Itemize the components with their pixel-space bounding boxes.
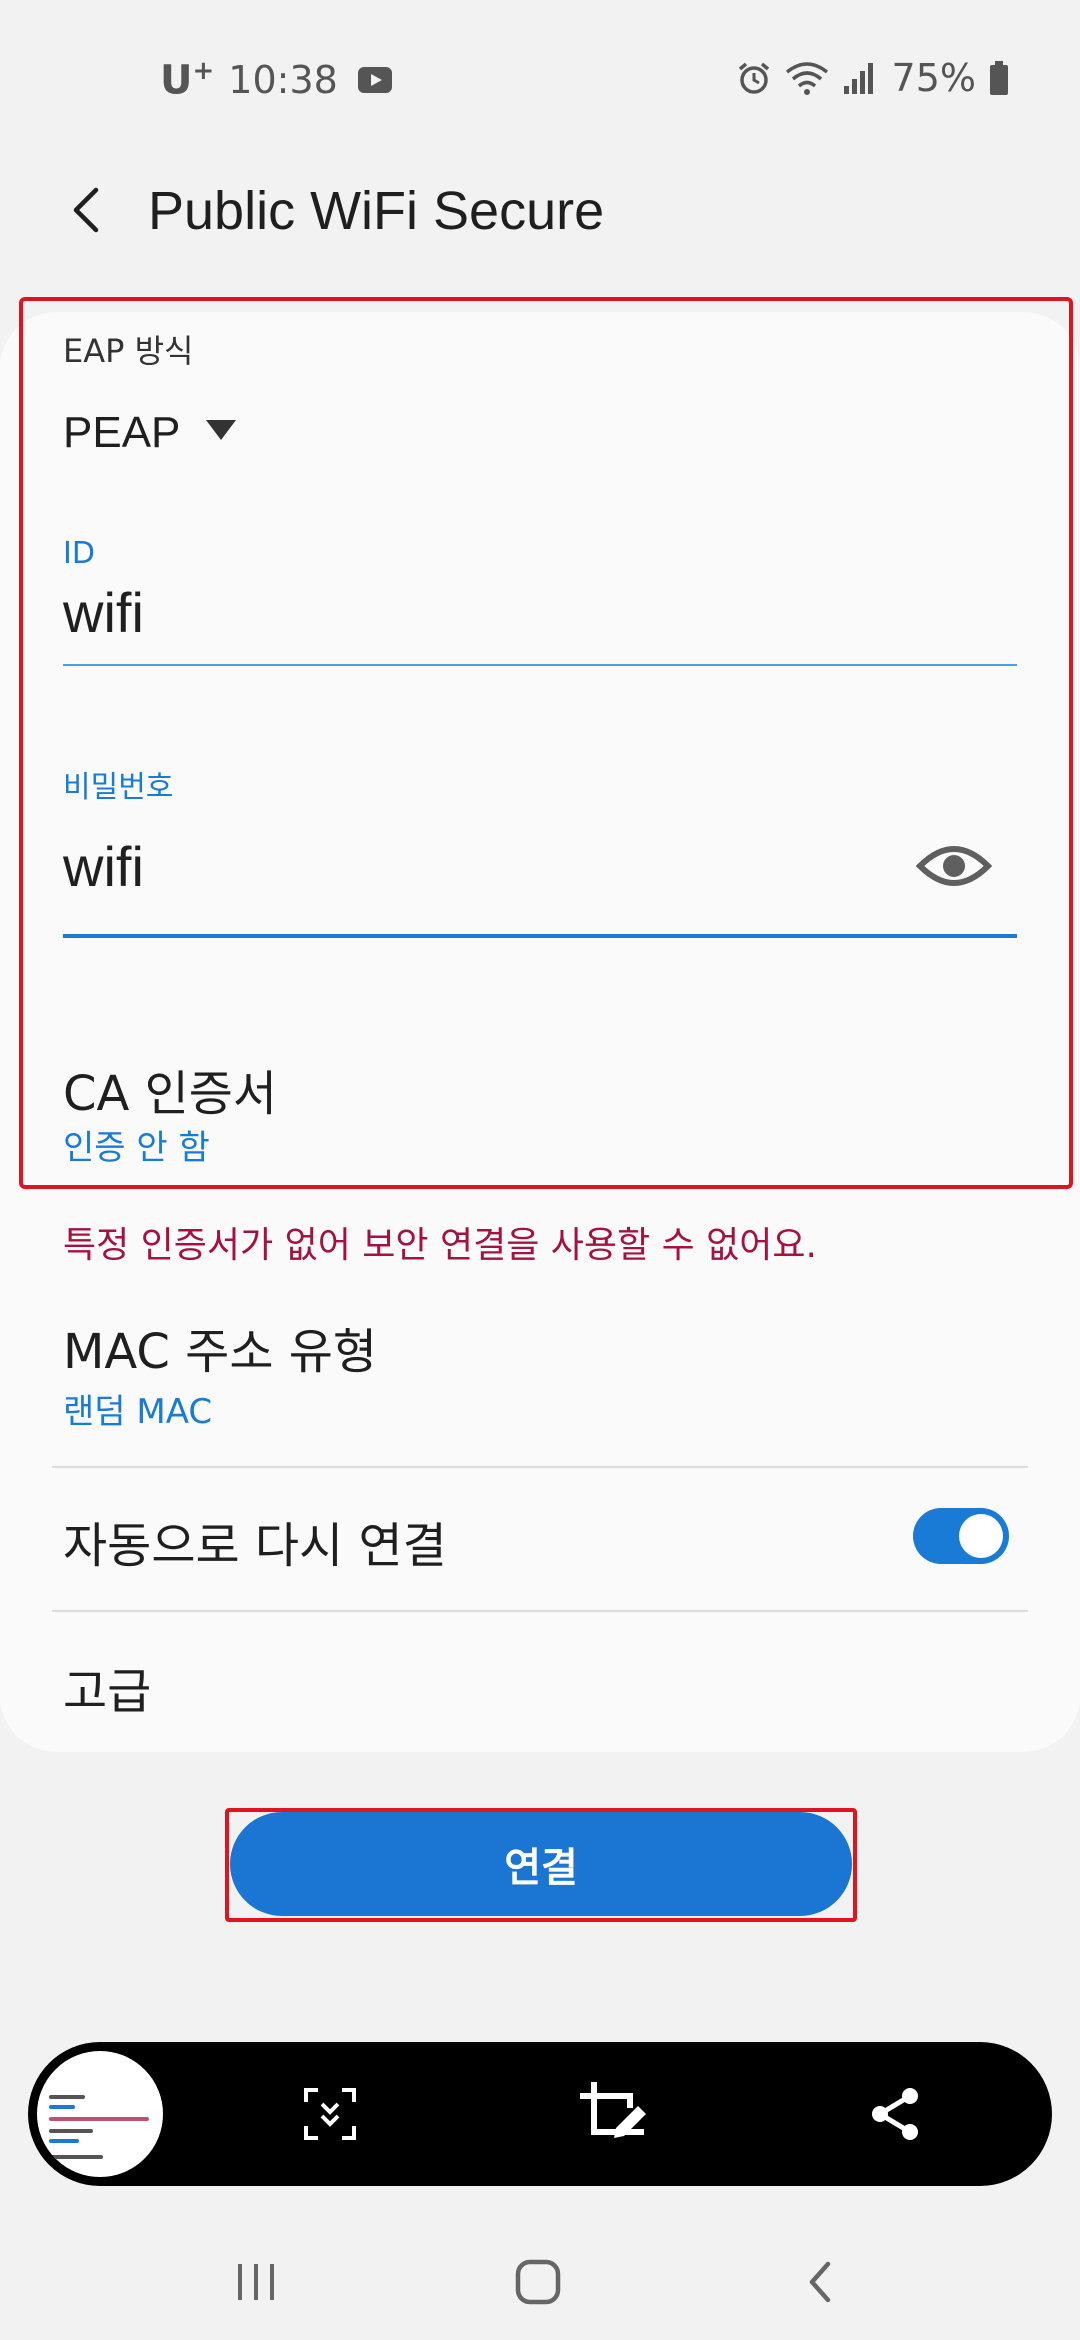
eap-method-value: PEAP — [63, 408, 181, 457]
auto-reconnect-toggle[interactable] — [913, 1508, 1009, 1564]
mac-address-title: MAC 주소 유형 — [63, 1324, 378, 1380]
eye-icon[interactable] — [916, 838, 992, 894]
status-right: 75% — [736, 56, 1022, 100]
status-bar: U+ 10:38 75% — [0, 0, 1080, 160]
battery-percent: 75% — [891, 56, 976, 100]
screenshot-toolbar — [28, 2042, 1052, 2186]
ca-cert-title: CA 인증서 — [63, 1066, 278, 1122]
advanced-setting[interactable]: 고급 — [63, 1652, 151, 1722]
app-header: Public WiFi Secure — [0, 160, 1080, 260]
home-icon — [515, 2259, 561, 2305]
status-left: U+ 10:38 — [160, 56, 392, 103]
id-input[interactable]: wifi — [63, 580, 144, 645]
connect-button[interactable]: 연결 — [230, 1812, 852, 1916]
share-icon — [872, 2088, 918, 2140]
back-arrow-icon — [73, 187, 99, 233]
clock: 10:38 — [228, 57, 338, 102]
alarm-icon — [738, 62, 769, 94]
back-icon — [809, 2261, 831, 2303]
page-title: Public WiFi Secure — [148, 181, 605, 241]
ca-cert-value: 인증 안 함 — [63, 1128, 210, 1168]
scroll-capture-button[interactable] — [300, 2084, 360, 2144]
nav-back-button[interactable] — [788, 2250, 852, 2314]
recents-button[interactable] — [224, 2250, 288, 2314]
battery-icon — [990, 61, 1008, 95]
carrier-label: U+ — [160, 56, 215, 104]
dropdown-caret-icon — [206, 420, 236, 440]
auto-reconnect-title: 자동으로 다시 연결 — [63, 1518, 447, 1574]
eap-method-label: EAP 방식 — [63, 332, 194, 370]
password-input[interactable]: wifi — [63, 834, 144, 899]
password-input-underline — [63, 934, 1017, 938]
crop-edit-button[interactable] — [576, 2078, 648, 2150]
scroll-capture-icon — [304, 2088, 356, 2140]
youtube-icon — [357, 66, 392, 93]
certificate-warning: 특정 인증서가 없어 보안 연결을 사용할 수 없어요. — [63, 1225, 817, 1266]
home-button[interactable] — [506, 2250, 570, 2314]
crop-edit-icon — [580, 2082, 646, 2138]
recents-icon — [238, 2264, 274, 2300]
wifi-icon — [785, 62, 828, 95]
toggle-knob — [959, 1514, 1003, 1558]
back-button[interactable] — [58, 182, 114, 238]
divider — [52, 1610, 1028, 1612]
id-label: ID — [63, 536, 95, 571]
navigation-bar — [0, 2220, 1080, 2340]
divider — [52, 1466, 1028, 1468]
share-button[interactable] — [866, 2084, 926, 2144]
signal-icon — [843, 63, 873, 94]
screenshot-thumbnail[interactable] — [34, 2048, 166, 2180]
id-input-underline — [63, 664, 1017, 666]
mac-address-value: 랜덤 MAC — [63, 1392, 213, 1432]
password-label: 비밀번호 — [63, 770, 174, 805]
